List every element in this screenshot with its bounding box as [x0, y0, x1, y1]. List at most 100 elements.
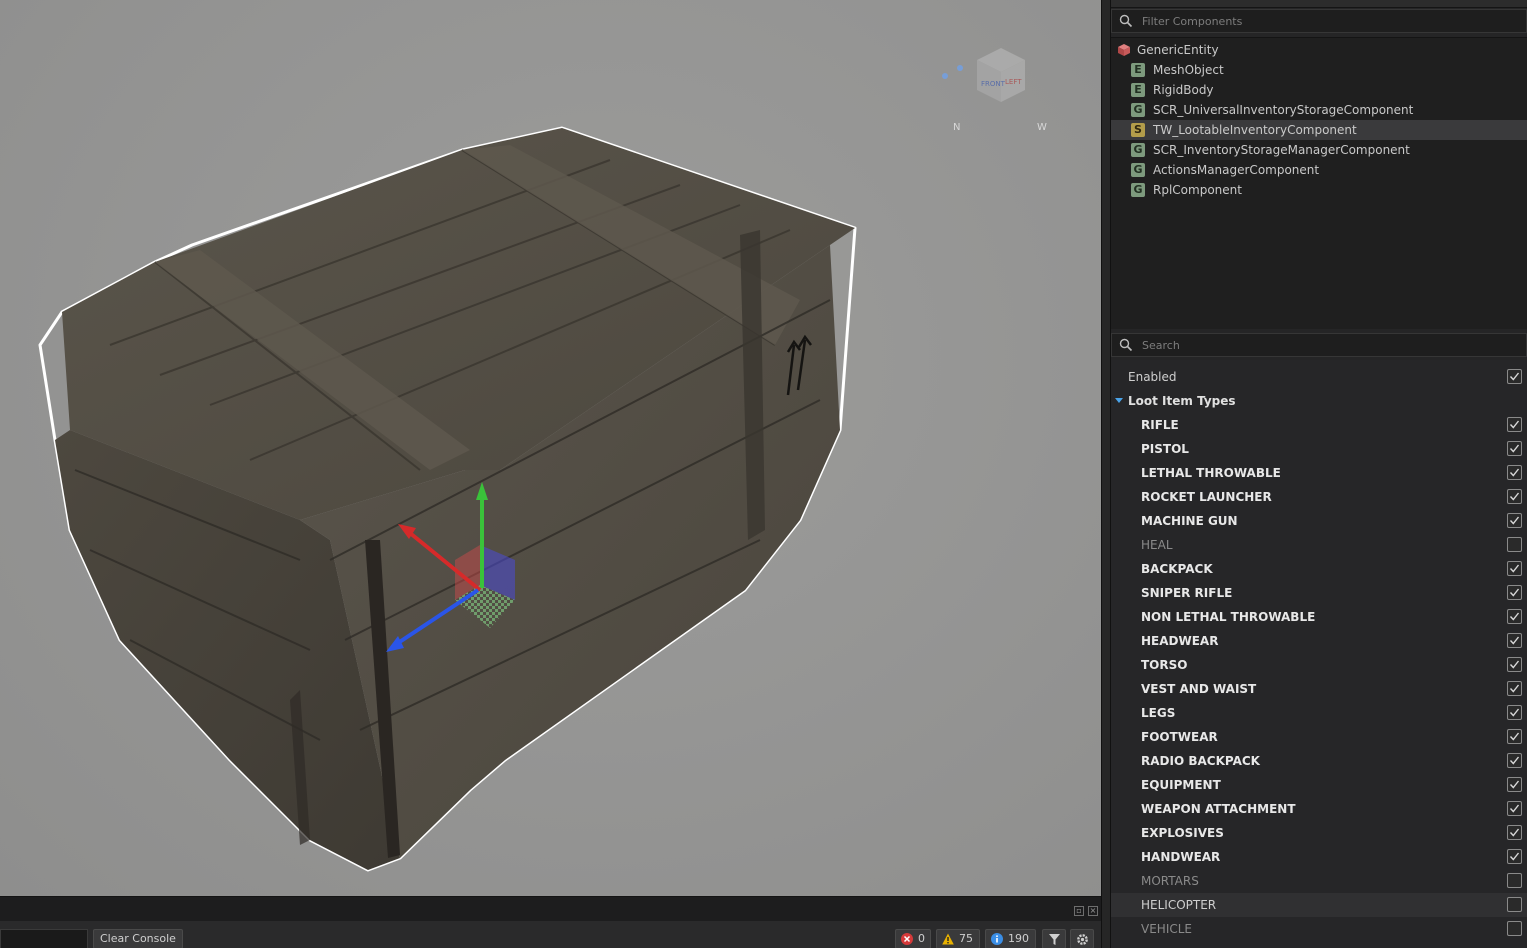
component-type-icon: S [1131, 123, 1145, 137]
loot-type-row[interactable]: FOOTWEAR [1111, 725, 1527, 749]
loot-type-row[interactable]: ROCKET LAUNCHER [1111, 485, 1527, 509]
entity-root-row[interactable]: GenericEntity [1111, 40, 1527, 60]
component-row[interactable]: G SCR_UniversalInventoryStorageComponent [1111, 100, 1527, 120]
loot-type-row[interactable]: HEAL [1111, 533, 1527, 557]
component-row[interactable]: E RigidBody [1111, 80, 1527, 100]
console-title-bar: ▫ × [0, 897, 1101, 921]
loot-type-row[interactable]: VEHICLE [1111, 917, 1527, 941]
loot-type-row[interactable]: VEST AND WAIST [1111, 677, 1527, 701]
enabled-checkbox[interactable] [1507, 369, 1522, 384]
undock-icon[interactable]: ▫ [1074, 906, 1084, 916]
loot-type-label: HEADWEAR [1141, 634, 1219, 648]
section-label: Loot Item Types [1128, 394, 1236, 408]
loot-type-label: MORTARS [1141, 874, 1199, 888]
component-type-icon: G [1131, 143, 1145, 157]
checkmark-icon [1509, 828, 1520, 837]
component-label: RplComponent [1153, 183, 1242, 197]
loot-type-row[interactable]: HEADWEAR [1111, 629, 1527, 653]
loot-type-checkbox[interactable] [1507, 561, 1522, 576]
loot-type-row[interactable]: RADIO BACKPACK [1111, 749, 1527, 773]
component-row[interactable]: G SCR_InventoryStorageManagerComponent [1111, 140, 1527, 160]
clear-console-button[interactable]: Clear Console [93, 929, 183, 948]
checkmark-icon [1509, 468, 1520, 477]
warning-count-button[interactable]: 75 [936, 929, 980, 948]
search-icon [1119, 14, 1133, 28]
loot-type-row[interactable]: BACKPACK [1111, 557, 1527, 581]
loot-type-label: ROCKET LAUNCHER [1141, 490, 1272, 504]
error-count: 0 [918, 932, 925, 945]
component-row[interactable]: S TW_LootableInventoryComponent [1111, 120, 1527, 140]
checkmark-icon [1509, 420, 1520, 429]
loot-type-checkbox[interactable] [1507, 513, 1522, 528]
loot-type-row[interactable]: MACHINE GUN [1111, 509, 1527, 533]
loot-type-checkbox[interactable] [1507, 729, 1522, 744]
loot-type-label: VEHICLE [1141, 922, 1192, 936]
loot-type-checkbox[interactable] [1507, 753, 1522, 768]
loot-type-checkbox[interactable] [1507, 849, 1522, 864]
loot-type-row[interactable]: SNIPER RIFLE [1111, 581, 1527, 605]
loot-type-row[interactable]: HELICOPTER [1111, 893, 1527, 917]
scene-viewport[interactable]: FRONT LEFT N W [0, 0, 1101, 896]
error-count-button[interactable]: 0 [895, 929, 931, 948]
expand-arrow-icon[interactable] [1115, 398, 1123, 403]
component-label: ActionsManagerComponent [1153, 163, 1320, 177]
loot-type-row[interactable]: PISTOL [1111, 437, 1527, 461]
loot-type-checkbox[interactable] [1507, 873, 1522, 888]
loot-type-checkbox[interactable] [1507, 537, 1522, 552]
loot-type-label: PISTOL [1141, 442, 1189, 456]
loot-type-checkbox[interactable] [1507, 705, 1522, 720]
loot-type-row[interactable]: RIFLE [1111, 413, 1527, 437]
component-row[interactable]: G RplComponent [1111, 180, 1527, 200]
loot-type-checkbox[interactable] [1507, 585, 1522, 600]
checkmark-icon [1509, 588, 1520, 597]
loot-type-checkbox[interactable] [1507, 657, 1522, 672]
loot-type-checkbox[interactable] [1507, 921, 1522, 936]
loot-type-checkbox[interactable] [1507, 777, 1522, 792]
loot-type-row[interactable]: EQUIPMENT [1111, 773, 1527, 797]
info-count-button[interactable]: 190 [985, 929, 1036, 948]
loot-type-checkbox[interactable] [1507, 465, 1522, 480]
checkmark-icon [1509, 372, 1520, 381]
loot-type-row[interactable]: TORSO [1111, 653, 1527, 677]
component-filter[interactable] [1111, 9, 1527, 33]
loot-type-row[interactable]: HANDWEAR [1111, 845, 1527, 869]
loot-type-checkbox[interactable] [1507, 441, 1522, 456]
checkmark-icon [1509, 564, 1520, 573]
loot-type-checkbox[interactable] [1507, 633, 1522, 648]
loot-type-checkbox[interactable] [1507, 897, 1522, 912]
enabled-row[interactable]: Enabled [1111, 365, 1527, 389]
property-search[interactable] [1111, 333, 1527, 357]
loot-type-label: RADIO BACKPACK [1141, 754, 1260, 768]
loot-type-checkbox[interactable] [1507, 609, 1522, 624]
search-icon [1119, 338, 1133, 352]
loot-type-row[interactable]: LEGS [1111, 701, 1527, 725]
settings-button[interactable] [1070, 929, 1094, 948]
loot-type-row[interactable]: EXPLOSIVES [1111, 821, 1527, 845]
component-type-icon: G [1131, 103, 1145, 117]
checkmark-icon [1509, 660, 1520, 669]
loot-type-row[interactable]: LETHAL THROWABLE [1111, 461, 1527, 485]
loot-type-checkbox[interactable] [1507, 681, 1522, 696]
console-panel: ▫ × Clear Console 0 75 190 [0, 896, 1101, 948]
checkmark-icon [1509, 852, 1520, 861]
checkmark-icon [1509, 516, 1520, 525]
search-input[interactable] [1142, 336, 1512, 354]
loot-type-checkbox[interactable] [1507, 825, 1522, 840]
console-input[interactable] [0, 929, 88, 948]
loot-type-checkbox[interactable] [1507, 417, 1522, 432]
component-row[interactable]: E MeshObject [1111, 60, 1527, 80]
loot-type-row[interactable]: WEAPON ATTACHMENT [1111, 797, 1527, 821]
loot-type-row[interactable]: NON LETHAL THROWABLE [1111, 605, 1527, 629]
close-icon[interactable]: × [1088, 906, 1098, 916]
navigation-cube[interactable]: FRONT LEFT N W [935, 40, 1055, 140]
loot-item-types-section[interactable]: Loot Item Types [1111, 389, 1527, 413]
svg-text:LEFT: LEFT [1005, 78, 1022, 86]
filter-components-input[interactable] [1142, 12, 1512, 30]
loot-type-checkbox[interactable] [1507, 489, 1522, 504]
loot-type-row[interactable]: MORTARS [1111, 869, 1527, 893]
panel-splitter[interactable] [1101, 0, 1111, 948]
filter-button[interactable] [1042, 929, 1066, 948]
loot-type-checkbox[interactable] [1507, 801, 1522, 816]
component-row[interactable]: G ActionsManagerComponent [1111, 160, 1527, 180]
loot-type-label: TORSO [1141, 658, 1188, 672]
